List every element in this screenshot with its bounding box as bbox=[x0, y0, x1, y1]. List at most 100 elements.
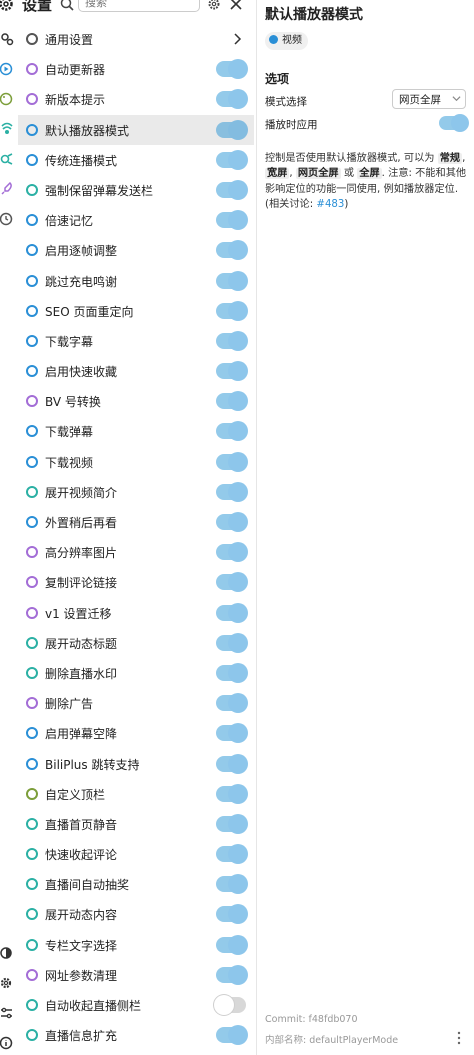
setting-label: BV 号转换 bbox=[45, 395, 101, 410]
setting-row[interactable]: 直播信息扩充 bbox=[18, 1020, 254, 1050]
setting-toggle[interactable] bbox=[216, 270, 248, 291]
setting-toggle[interactable] bbox=[216, 89, 248, 110]
setting-row[interactable]: 启用弹幕空降 bbox=[18, 718, 254, 748]
setting-toggle[interactable] bbox=[216, 330, 248, 351]
search-input[interactable] bbox=[78, 0, 200, 12]
settings-icon[interactable] bbox=[207, 0, 221, 10]
setting-row[interactable]: 展开动态标题 bbox=[18, 628, 254, 658]
category-ring-icon bbox=[26, 425, 38, 438]
setting-row[interactable]: 外置稍后再看 bbox=[18, 507, 254, 537]
setting-label: 展开动态标题 bbox=[45, 636, 118, 651]
setting-toggle[interactable] bbox=[216, 813, 248, 834]
setting-toggle[interactable] bbox=[216, 481, 248, 502]
setting-row[interactable]: 自动收起直播侧栏 bbox=[18, 990, 254, 1020]
palette-icon[interactable] bbox=[0, 92, 14, 106]
setting-label: 自动更新器 bbox=[45, 63, 106, 78]
setting-row[interactable]: 直播首页静音 bbox=[18, 809, 254, 839]
setting-row[interactable]: 启用快速收藏 bbox=[18, 356, 254, 386]
close-icon[interactable] bbox=[229, 0, 243, 10]
setting-row[interactable]: 启用逐帧调整 bbox=[18, 235, 254, 265]
setting-row[interactable]: 通用设置 bbox=[18, 24, 254, 54]
setting-row[interactable]: 下载弹幕 bbox=[18, 416, 254, 446]
setting-row[interactable]: SEO 页面重定向 bbox=[18, 296, 254, 326]
description-text: 控制是否使用默认播放器模式, 可以为 bbox=[265, 153, 438, 164]
toggle-knob bbox=[228, 602, 248, 623]
live-category-icon[interactable] bbox=[0, 122, 14, 136]
setting-toggle[interactable] bbox=[216, 149, 248, 170]
more-options-icon[interactable] bbox=[456, 1030, 462, 1045]
setting-row[interactable]: BV 号转换 bbox=[18, 386, 254, 416]
category-tag[interactable]: 视频 bbox=[265, 32, 308, 50]
setting-row[interactable]: 直播间自动抽奖 bbox=[18, 869, 254, 899]
setting-row[interactable]: 自定义顶栏 bbox=[18, 779, 254, 809]
dynamic-category-icon[interactable] bbox=[0, 152, 14, 166]
video-category-icon[interactable] bbox=[0, 62, 14, 76]
setting-toggle[interactable] bbox=[216, 572, 248, 593]
setting-row[interactable]: 高分辨率图片 bbox=[18, 537, 254, 567]
setting-row[interactable]: 跳过充电鸣谢 bbox=[18, 266, 254, 296]
setting-toggle[interactable] bbox=[216, 964, 248, 985]
setting-row[interactable]: 默认播放器模式 bbox=[18, 114, 254, 145]
sliders-icon[interactable] bbox=[0, 1006, 14, 1020]
setting-row[interactable]: 复制评论链接 bbox=[18, 567, 254, 597]
setting-toggle[interactable] bbox=[216, 934, 248, 955]
setting-toggle[interactable] bbox=[216, 904, 248, 925]
setting-row[interactable]: 展开动态内容 bbox=[18, 899, 254, 929]
setting-row[interactable]: 强制保留弹幕发送栏 bbox=[18, 175, 254, 205]
setting-row[interactable]: 专栏文字选择 bbox=[18, 930, 254, 960]
setting-row[interactable]: 快速收起评论 bbox=[18, 839, 254, 869]
setting-row[interactable]: 新版本提示 bbox=[18, 84, 254, 114]
setting-toggle[interactable] bbox=[216, 179, 248, 200]
internal-name: 内部名称: defaultPlayerMode bbox=[265, 1035, 399, 1046]
setting-label: 启用弹幕空降 bbox=[45, 727, 118, 742]
setting-toggle[interactable] bbox=[216, 1025, 248, 1046]
setting-toggle[interactable] bbox=[216, 753, 248, 774]
setting-toggle[interactable] bbox=[216, 210, 248, 231]
discussion-link[interactable]: #483 bbox=[316, 199, 344, 210]
setting-toggle[interactable] bbox=[216, 119, 248, 140]
setting-row[interactable]: 展开视频简介 bbox=[18, 477, 254, 507]
setting-label: 快速收起评论 bbox=[45, 848, 118, 863]
setting-toggle[interactable] bbox=[216, 542, 248, 563]
setting-toggle[interactable] bbox=[216, 662, 248, 683]
setting-row[interactable]: 传统连播模式 bbox=[18, 145, 254, 175]
setting-row[interactable]: 自动更新器 bbox=[18, 54, 254, 84]
toggle-knob bbox=[228, 59, 248, 80]
setting-toggle[interactable] bbox=[216, 512, 248, 532]
setting-row[interactable]: 网址参数清理 bbox=[18, 960, 254, 990]
setting-toggle[interactable] bbox=[216, 844, 248, 865]
setting-toggle[interactable] bbox=[216, 874, 248, 895]
all-settings-icon[interactable] bbox=[0, 32, 14, 46]
category-ring-icon bbox=[26, 214, 38, 227]
setting-row[interactable]: BiliPlus 跳转支持 bbox=[18, 749, 254, 779]
history-icon[interactable] bbox=[0, 212, 14, 226]
setting-toggle[interactable] bbox=[216, 783, 248, 804]
setting-row[interactable]: 下载字幕 bbox=[18, 326, 254, 356]
mode-select[interactable]: 网页全屏 bbox=[392, 89, 466, 109]
setting-row[interactable]: 倍速记忆 bbox=[18, 205, 254, 235]
setting-toggle[interactable] bbox=[216, 59, 248, 80]
setting-toggle[interactable] bbox=[214, 995, 246, 1015]
info-icon[interactable] bbox=[0, 1036, 14, 1050]
setting-toggle[interactable] bbox=[216, 602, 248, 623]
detail-title: 默认播放器模式 bbox=[265, 7, 363, 23]
theme-icon[interactable] bbox=[0, 946, 14, 960]
setting-row[interactable]: 删除直播水印 bbox=[18, 658, 254, 688]
category-ring-icon bbox=[26, 546, 38, 559]
setting-toggle[interactable] bbox=[216, 391, 248, 412]
setting-toggle[interactable] bbox=[216, 421, 248, 442]
apply-on-play-toggle[interactable] bbox=[439, 114, 469, 132]
setting-row[interactable]: v1 设置迁移 bbox=[18, 598, 254, 628]
setting-toggle[interactable] bbox=[216, 451, 248, 472]
setting-toggle[interactable] bbox=[216, 632, 248, 653]
rocket-icon[interactable] bbox=[0, 182, 14, 196]
setting-toggle[interactable] bbox=[216, 693, 248, 714]
setting-row[interactable]: 删除广告 bbox=[18, 688, 254, 718]
setting-toggle[interactable] bbox=[216, 300, 248, 321]
setting-row[interactable]: 下载视频 bbox=[18, 447, 254, 477]
setting-toggle[interactable] bbox=[216, 723, 248, 744]
setting-toggle[interactable] bbox=[216, 361, 248, 382]
category-ring-icon bbox=[26, 666, 38, 679]
setting-toggle[interactable] bbox=[216, 240, 248, 261]
gear-icon[interactable] bbox=[0, 976, 14, 990]
